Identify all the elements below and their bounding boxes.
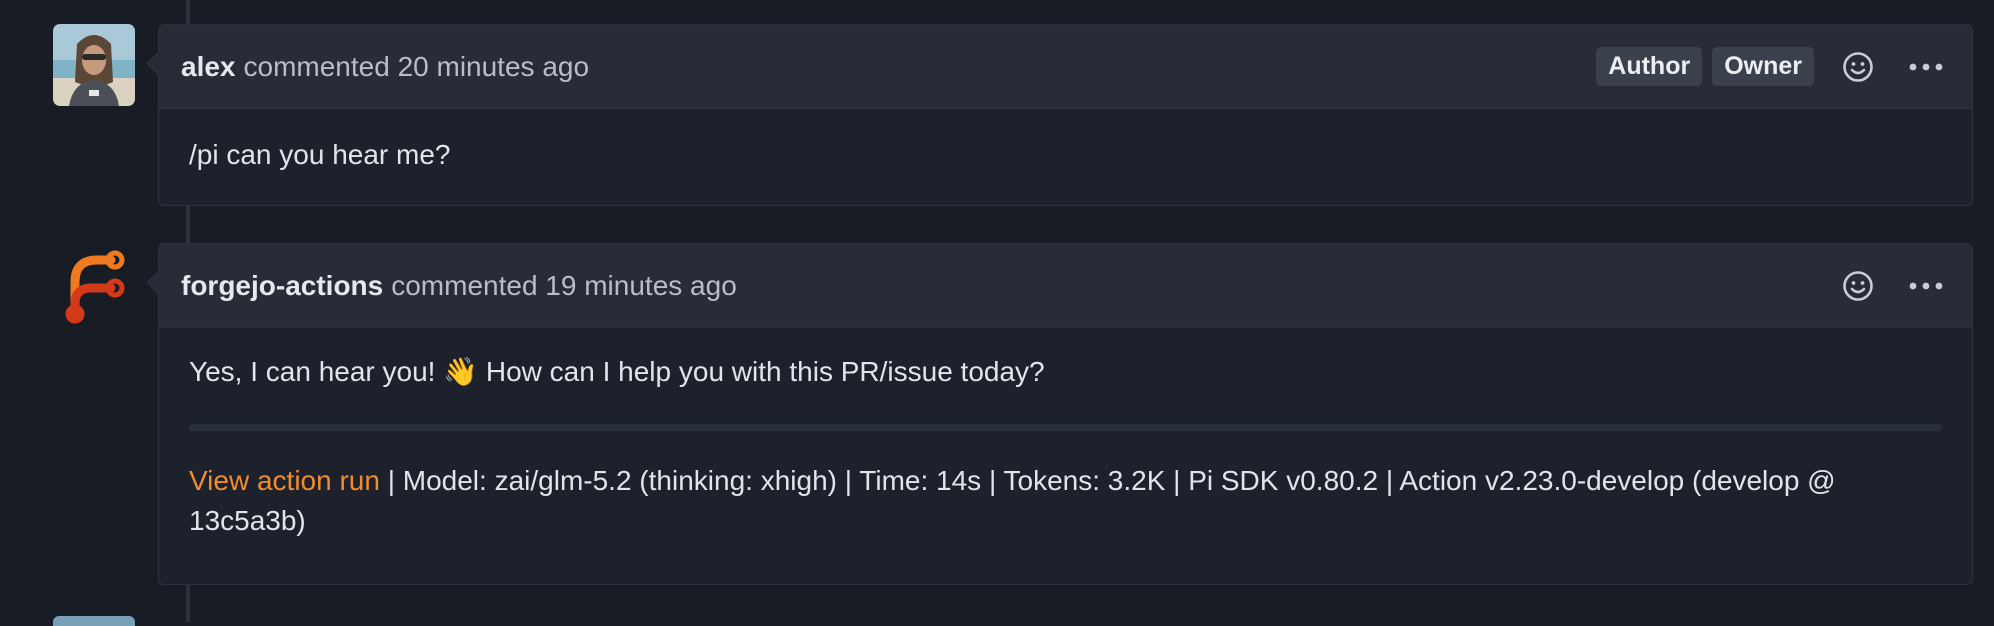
divider — [189, 424, 1942, 431]
comment-card: alex commented 20 minutes ago Author Own… — [158, 24, 1973, 206]
comment-timestamp[interactable]: commented 19 minutes ago — [391, 270, 737, 302]
add-reaction-button[interactable] — [1834, 43, 1882, 91]
comment-options-button[interactable] — [1902, 43, 1950, 91]
view-action-run-link[interactable]: View action run — [189, 465, 380, 496]
add-reaction-button[interactable] — [1834, 262, 1882, 310]
author-badge: Author — [1596, 47, 1703, 86]
comment-author[interactable]: alex — [181, 51, 236, 83]
forgejo-logo-icon — [65, 250, 125, 324]
comment-body: Yes, I can hear you! 👋 How can I help yo… — [159, 328, 1972, 584]
comment-author[interactable]: forgejo-actions — [181, 270, 383, 302]
smiley-icon — [1843, 51, 1873, 82]
kebab-horizontal-icon — [1909, 63, 1943, 70]
action-run-details: | Model: zai/glm-5.2 (thinking: xhigh) |… — [379, 465, 1836, 496]
comment-header: alex commented 20 minutes ago Author Own… — [159, 25, 1972, 109]
comment-options-button[interactable] — [1902, 262, 1950, 310]
kebab-horizontal-icon — [1909, 282, 1943, 289]
avatar-photo — [53, 24, 135, 106]
comment-body: /pi can you hear me? — [159, 109, 1972, 205]
avatar[interactable] — [53, 242, 135, 324]
comment-timestamp[interactable]: commented 20 minutes ago — [244, 51, 590, 83]
avatar[interactable] — [53, 24, 135, 106]
next-avatar[interactable] — [53, 616, 135, 626]
comment-card: forgejo-actions commented 19 minutes ago — [158, 243, 1973, 585]
comment-text: /pi can you hear me? — [189, 139, 451, 170]
action-run-details-cont: 13c5a3b) — [189, 505, 306, 536]
owner-badge: Owner — [1712, 47, 1814, 86]
smiley-icon — [1843, 270, 1873, 301]
action-run-footer: View action run | Model: zai/glm-5.2 (th… — [189, 461, 1942, 501]
comment-header: forgejo-actions commented 19 minutes ago — [159, 244, 1972, 328]
comment-text: Yes, I can hear you! 👋 How can I help yo… — [189, 356, 1045, 387]
